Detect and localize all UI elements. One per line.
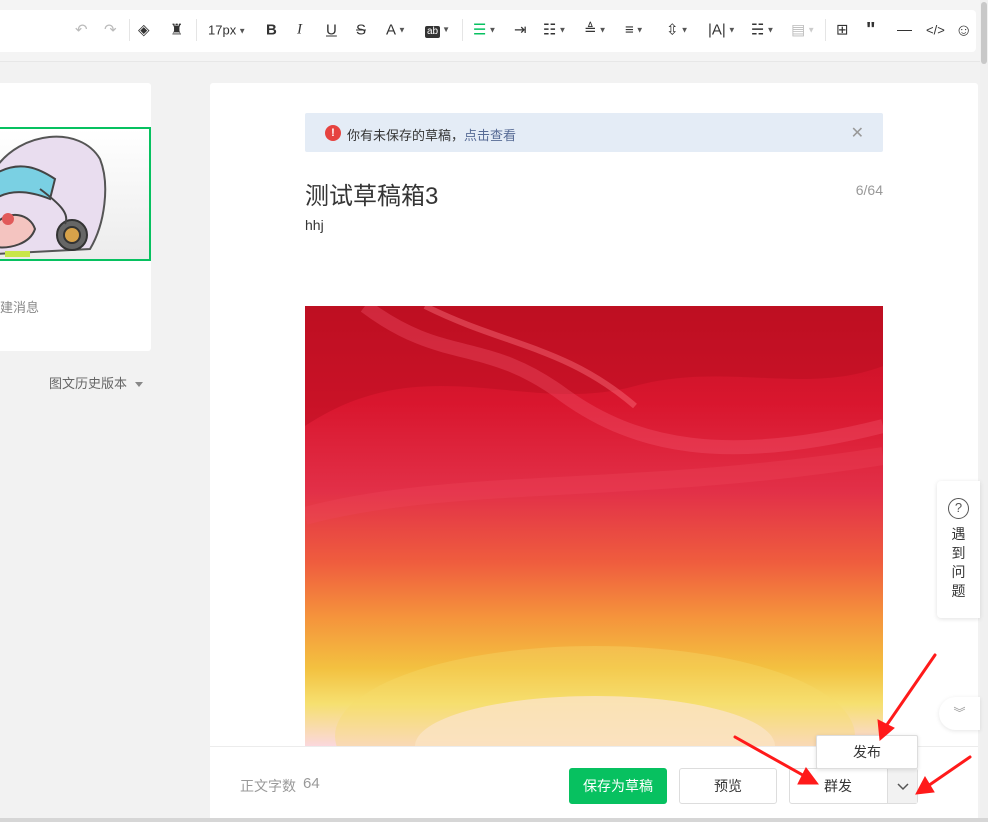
line-height-icon[interactable]: ⇳ ▼ <box>666 23 689 38</box>
underline-icon[interactable]: U <box>326 23 337 38</box>
letter-spacing-icon[interactable]: |A| ▼ <box>708 23 736 38</box>
mass-send-button[interactable]: 群发 <box>789 768 918 804</box>
bold-icon[interactable]: B <box>266 23 277 38</box>
article-title-input[interactable]: 测试草稿箱3 <box>305 176 438 211</box>
font-size-select[interactable]: 17px ▼ <box>208 24 246 37</box>
article-list-card: 建消息 <box>0 83 151 351</box>
article-cover-thumbnail[interactable] <box>0 127 151 261</box>
word-count-label: 正文字数 <box>240 778 296 794</box>
unsaved-draft-notice: ! 你有未保存的草稿，点击查看 ✕ <box>305 113 883 152</box>
history-version-dropdown[interactable]: 图文历史版本 <box>49 373 144 392</box>
caret-down-icon <box>135 382 144 388</box>
title-char-count: 6/64 <box>855 182 883 198</box>
line-indent-icon[interactable]: ☷ ▼ <box>543 23 566 38</box>
eraser-icon[interactable]: ◈ <box>138 23 150 38</box>
redo-icon[interactable]: ↷ <box>104 23 117 38</box>
sunset-image <box>305 306 883 748</box>
anime-avatar-image <box>0 135 107 257</box>
view-draft-link[interactable]: 点击查看 <box>464 128 516 143</box>
help-label: 遇到问题 <box>951 526 966 599</box>
close-icon[interactable]: ✕ <box>851 123 864 143</box>
paragraph-spacing-before-icon[interactable]: ≜ ▼ <box>584 23 607 38</box>
scrollbar-thumb[interactable] <box>981 2 987 64</box>
table-icon[interactable]: ⊞ <box>836 23 849 38</box>
mass-send-dropdown-toggle[interactable] <box>887 769 917 803</box>
publish-menu-item[interactable]: 发布 <box>816 735 918 769</box>
chevron-down-icon <box>897 783 909 791</box>
word-count-value: 64 <box>303 775 320 792</box>
align-justify-icon[interactable]: ☰ ▼ <box>473 23 496 38</box>
quote-icon[interactable]: " <box>866 20 875 40</box>
article-caption: 建消息 <box>0 300 40 315</box>
warning-icon: ! <box>325 125 341 141</box>
help-widget[interactable]: ? 遇到问题 <box>937 481 980 618</box>
notice-message: 你有未保存的草稿，点击查看 <box>347 125 516 144</box>
background-color-icon[interactable]: ab ▼ <box>425 22 450 38</box>
author-input[interactable]: hhj <box>305 217 324 233</box>
article-editor: ! 你有未保存的草稿，点击查看 ✕ 测试草稿箱3 6/64 hhj <box>210 83 978 818</box>
article-body-image[interactable] <box>305 306 883 748</box>
font-size-value: 17px <box>208 22 237 38</box>
code-icon[interactable]: </> <box>926 24 945 37</box>
paragraph-spacing-after-icon[interactable]: ≡ ▼ <box>625 23 644 38</box>
notice-text: 你有未保存的草稿， <box>347 128 465 143</box>
float-icon[interactable]: ▤ ▼ <box>791 23 815 38</box>
format-painter-icon[interactable]: ♜ <box>170 23 183 38</box>
list-icon[interactable]: ☵ ▼ <box>751 23 774 38</box>
horizontal-rule-icon[interactable]: — <box>897 23 912 38</box>
undo-icon[interactable]: ↶ <box>75 23 88 38</box>
font-color-icon[interactable]: A ▼ <box>386 23 406 38</box>
history-label: 图文历史版本 <box>49 376 128 391</box>
page-scrollbar[interactable] <box>980 0 988 822</box>
emoji-icon[interactable]: ☺ <box>955 22 972 39</box>
window-bottom-edge <box>0 818 988 822</box>
indent-icon[interactable]: ⇥ <box>514 23 527 38</box>
collapse-button[interactable]: ︾ <box>939 697 980 730</box>
mass-send-label: 群发 <box>824 778 852 794</box>
italic-icon[interactable]: I <box>297 22 302 38</box>
strikethrough-icon[interactable]: S <box>356 23 366 38</box>
save-draft-button[interactable]: 保存为草稿 <box>569 768 667 804</box>
question-icon: ? <box>948 498 969 519</box>
preview-button[interactable]: 预览 <box>679 768 777 804</box>
double-chevron-down-icon: ︾ <box>953 706 966 720</box>
